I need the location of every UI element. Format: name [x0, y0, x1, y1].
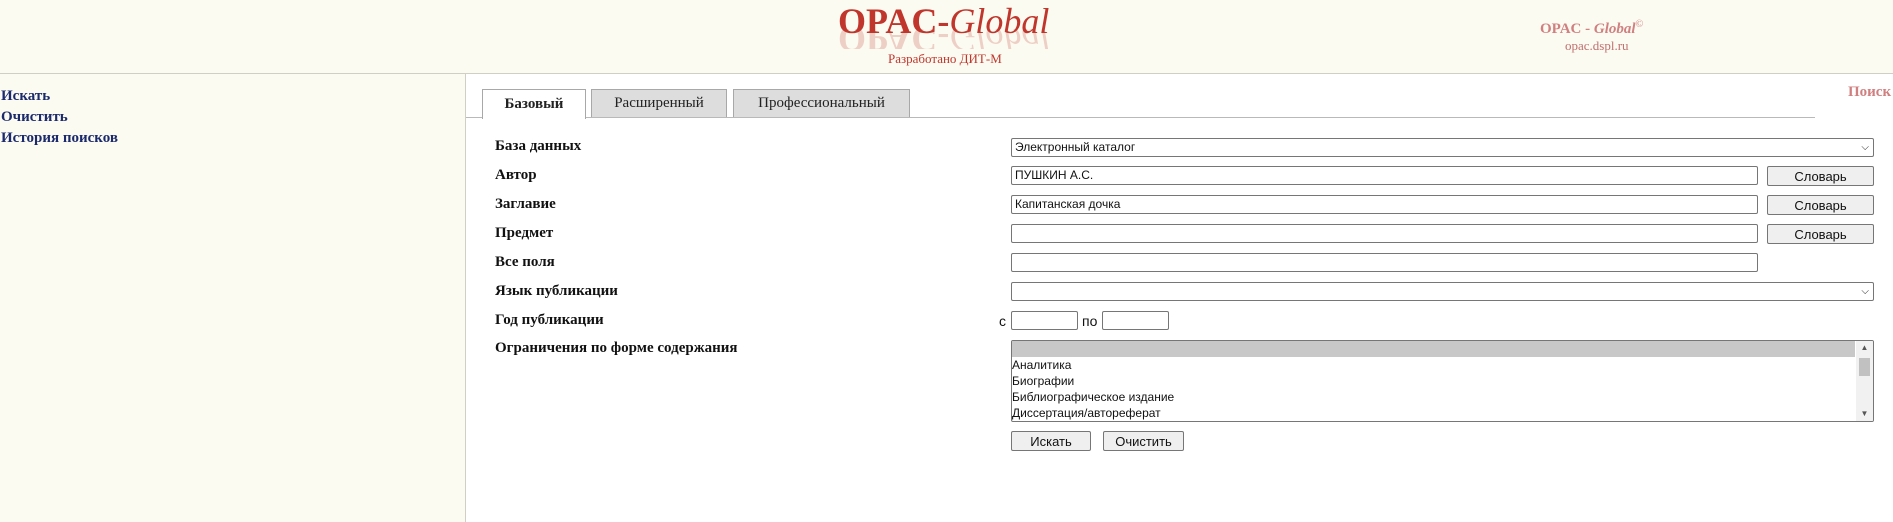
subject-dictionary-button[interactable]: Словарь [1767, 224, 1874, 244]
scroll-thumb[interactable] [1859, 358, 1870, 376]
database-select-value: Электронный каталог [1015, 140, 1136, 154]
search-button[interactable]: Искать [1011, 431, 1091, 451]
developer-credit: Разработано ДИТ-М [888, 51, 1002, 66]
database-label: База данных [495, 138, 582, 154]
chevron-down-icon: ⌵ [1861, 142, 1869, 153]
brand-part-global: Global [1593, 21, 1636, 37]
logo-reflection: OPAC-Global [838, 29, 1049, 49]
listbox-option[interactable]: Аналитика [1012, 357, 1071, 373]
listbox-option[interactable]: Биографии [1012, 373, 1074, 389]
title-input[interactable]: Капитанская дочка [1011, 195, 1758, 214]
year-to-input[interactable] [1102, 311, 1169, 330]
search-link[interactable]: Поиск [1848, 84, 1891, 101]
logo-reflection-part-opac: OPAC- [838, 29, 950, 49]
tab-professional[interactable]: Профессиональный [733, 89, 910, 117]
listbox-selected-row[interactable] [1012, 341, 1855, 357]
year-label: Год публикации [495, 312, 604, 328]
database-select[interactable]: Электронный каталог ⌵ [1011, 138, 1874, 157]
chevron-down-icon: ⌵ [1861, 286, 1869, 297]
content-form-listbox[interactable]: Аналитика Биографии Библиографическое из… [1011, 340, 1874, 422]
tab-divider [466, 117, 1815, 118]
title-label: Заглавие [495, 196, 556, 212]
sidebar: Искать Очистить История поисков [0, 74, 466, 522]
brand-title: OPAC - Global© [1540, 19, 1643, 38]
listbox-option[interactable]: Библиографическое издание [1012, 389, 1174, 405]
logo-reflection-part-global: Global [949, 29, 1050, 49]
year-from-input[interactable] [1011, 311, 1078, 330]
sidebar-item-clear[interactable]: Очистить [1, 109, 68, 126]
author-dictionary-button[interactable]: Словарь [1767, 166, 1874, 186]
subject-input[interactable] [1011, 224, 1758, 243]
scroll-down-icon[interactable]: ▼ [1856, 407, 1873, 421]
listbox-scrollbar[interactable]: ▲ ▼ [1856, 341, 1873, 421]
header: OPAC-Global OPAC-Global Разработано ДИТ-… [0, 0, 1893, 74]
site-url: opac.dspl.ru [1565, 38, 1629, 53]
language-select[interactable]: ⌵ [1011, 282, 1874, 301]
scroll-up-icon[interactable]: ▲ [1856, 341, 1873, 355]
copyright-mark: © [1635, 19, 1644, 30]
sidebar-item-search[interactable]: Искать [1, 88, 50, 105]
content-form-label: Ограничения по форме содержания [495, 340, 738, 356]
author-label: Автор [495, 167, 537, 183]
clear-button[interactable]: Очистить [1103, 431, 1184, 451]
listbox-option[interactable]: Диссертация/автореферат [1012, 405, 1161, 421]
author-input[interactable]: ПУШКИН А.С. [1011, 166, 1758, 185]
all-fields-label: Все поля [495, 254, 555, 270]
year-from-label: с [999, 313, 1006, 329]
sidebar-item-history[interactable]: История поисков [1, 130, 118, 147]
tab-advanced[interactable]: Расширенный [591, 89, 727, 117]
tab-basic[interactable]: Базовый [482, 89, 586, 119]
subject-label: Предмет [495, 225, 554, 241]
title-dictionary-button[interactable]: Словарь [1767, 195, 1874, 215]
language-label: Язык публикации [495, 283, 618, 299]
year-to-label: по [1082, 313, 1098, 329]
brand-part-opac: OPAC - [1540, 21, 1594, 37]
all-fields-input[interactable] [1011, 253, 1758, 272]
